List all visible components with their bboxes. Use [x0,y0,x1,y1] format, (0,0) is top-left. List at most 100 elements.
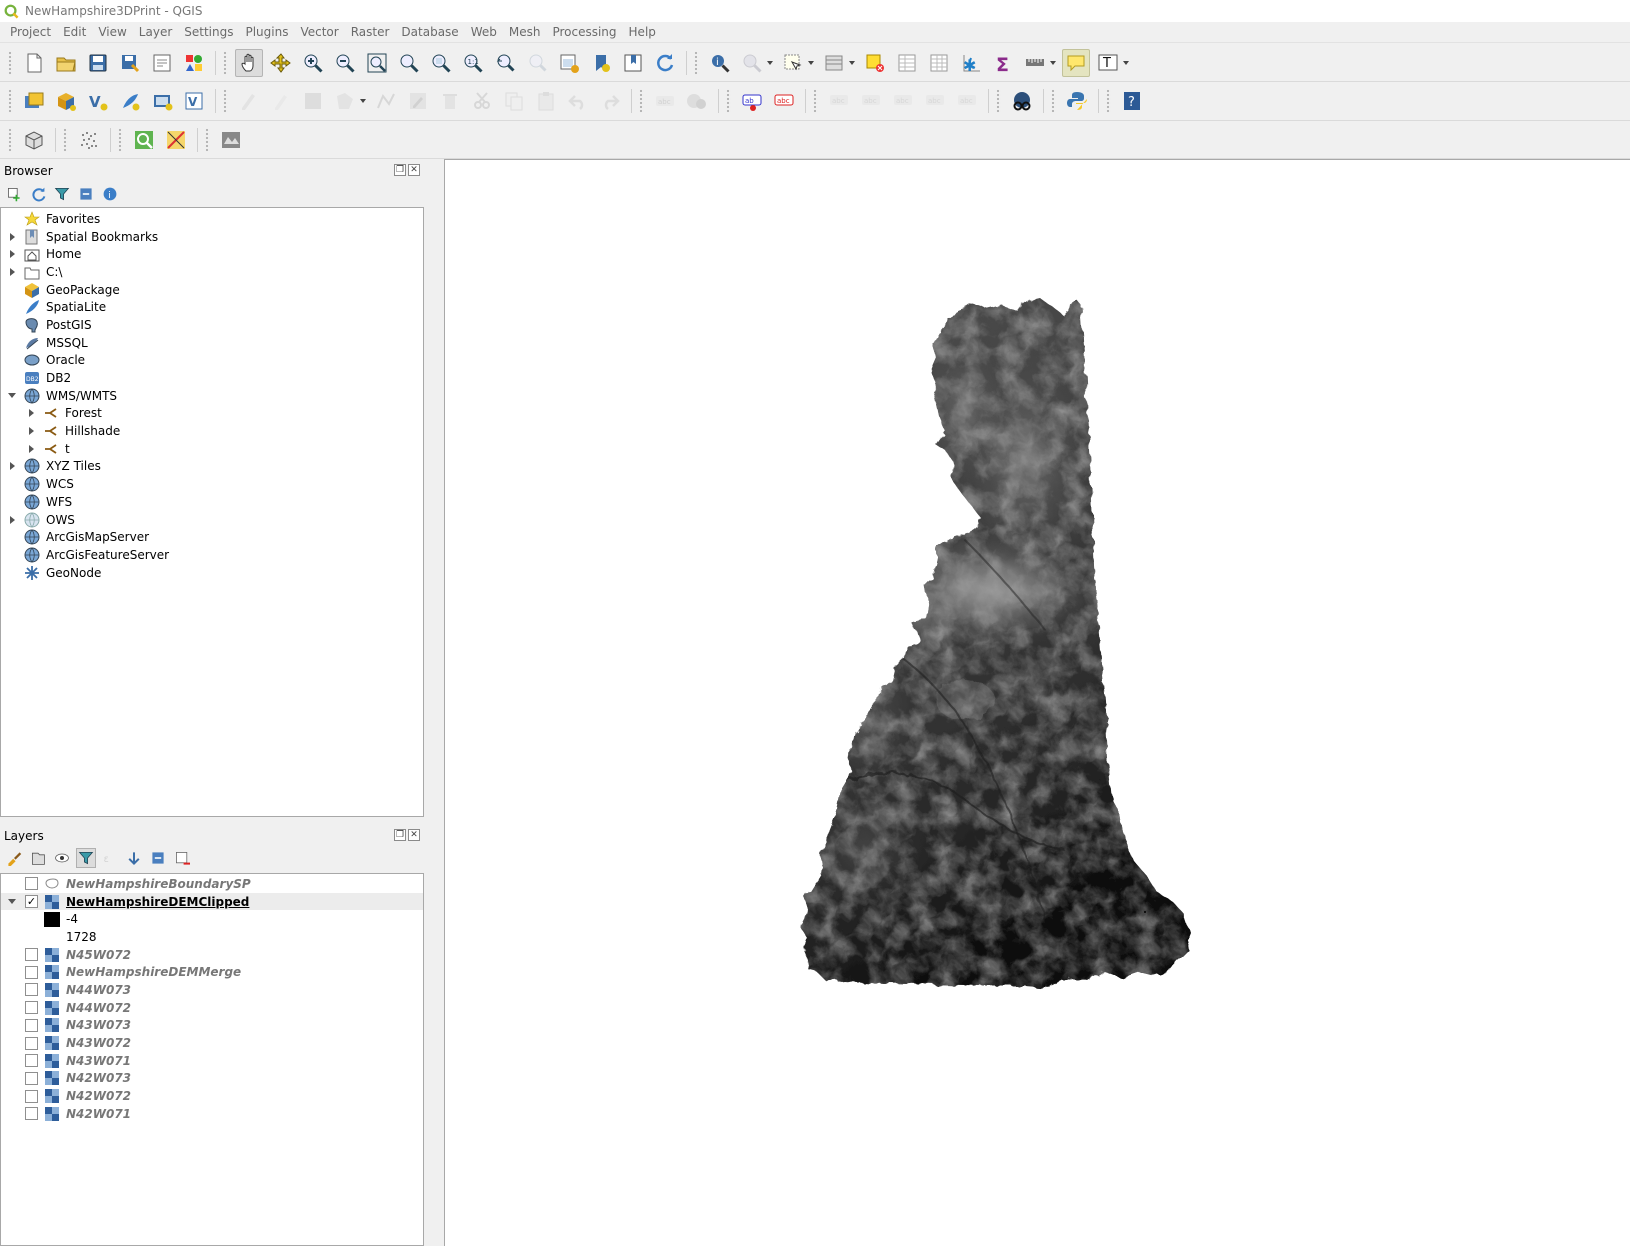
zoom-native-button[interactable]: 1:1 [459,49,487,77]
layers-close-button[interactable]: ✕ [408,829,420,841]
browser-item[interactable]: OWS [1,511,423,529]
text-annotation-dropdown[interactable] [1122,49,1130,77]
highlight-pinned-labels-button[interactable]: abc [770,87,798,115]
layer-visibility-checkbox[interactable] [25,1089,38,1103]
new-temporary-layer-button[interactable]: V [180,87,208,115]
menu-edit[interactable]: Edit [57,25,92,39]
raster-calculator-button[interactable] [217,126,245,154]
browser-item[interactable]: Oracle [1,352,423,370]
toolbar-grip[interactable] [118,127,123,152]
new-bookmark-button[interactable] [587,49,615,77]
browser-item[interactable]: PostGIS [1,316,423,334]
statistical-summary-button[interactable]: Σ [989,49,1017,77]
properties-button[interactable]: i [100,184,120,204]
browser-close-button[interactable]: ✕ [408,164,420,176]
vertex-tool-button[interactable] [372,87,400,115]
copy-features-button[interactable] [500,87,528,115]
text-annotation-button[interactable]: T [1094,49,1122,77]
toolbar-grip[interactable] [223,50,228,75]
menu-raster[interactable]: Raster [345,25,396,39]
toolbar-grip[interactable] [694,50,699,75]
browser-item[interactable]: Forest [1,405,423,423]
browser-item[interactable]: GeoPackage [1,281,423,299]
pan-button[interactable] [235,48,263,77]
menu-plugins[interactable]: Plugins [239,25,294,39]
new-virtual-layer-button[interactable] [148,87,176,115]
delete-selected-button[interactable] [436,87,464,115]
select-features-dropdown[interactable] [807,49,815,77]
browser-item[interactable]: ArcGisMapServer [1,528,423,546]
layer-item[interactable]: NewHampshireDEMMerge [1,963,423,981]
zoom-next-button[interactable] [523,49,551,77]
expand-arrow-icon[interactable] [7,267,17,277]
current-edits-button[interactable] [235,87,263,115]
toolbar-grip[interactable] [639,89,644,113]
open-project-button[interactable] [52,49,80,77]
menu-vector[interactable]: Vector [294,25,344,39]
map-tips-button[interactable] [1062,48,1090,77]
browser-item[interactable]: Home [1,245,423,263]
refresh-button[interactable] [651,49,679,77]
menu-database[interactable]: Database [395,25,464,39]
layer-item[interactable]: N44W072 [1,999,423,1017]
layer-item[interactable]: N43W071 [1,1052,423,1070]
browser-item[interactable]: Favorites [1,210,423,228]
refresh-button[interactable] [28,184,48,204]
browser-item[interactable]: WFS [1,493,423,511]
toolbar-grip[interactable] [8,89,13,113]
toolbar-grip[interactable] [63,127,68,152]
help-button[interactable]: ? [1118,87,1146,115]
layers-float-button[interactable]: ❐ [394,829,406,841]
expand-arrow-icon[interactable] [26,408,36,418]
layer-item[interactable]: NewHampshireBoundarySP [1,875,423,893]
measure-dropdown[interactable] [1049,49,1057,77]
georeferencer-button[interactable] [162,126,190,154]
menu-project[interactable]: Project [4,25,57,39]
layer-item[interactable]: N44W073 [1,981,423,999]
toolbar-grip[interactable] [205,127,210,152]
toolbar-grip[interactable] [726,89,731,113]
run-feature-action-dropdown[interactable] [766,49,774,77]
toolbar-grip[interactable] [8,127,13,152]
expand-arrow-icon[interactable] [7,515,17,525]
zoom-last-button[interactable] [491,49,519,77]
expand-all-button[interactable] [124,848,144,868]
layer-item[interactable]: N42W071 [1,1105,423,1123]
collapse-arrow-icon[interactable] [7,897,17,907]
zoom-to-selection-button[interactable] [395,49,423,77]
new-geopackage-layer-button[interactable] [52,87,80,115]
browser-item[interactable]: C:\ [1,263,423,281]
layer-visibility-checkbox[interactable] [25,948,38,962]
zoom-full-button[interactable] [363,49,391,77]
zoom-in-button[interactable] [299,49,327,77]
layer-visibility-checkbox[interactable] [25,1001,38,1015]
change-label-button[interactable]: abc [953,87,981,115]
save-as-button[interactable] [116,49,144,77]
menu-processing[interactable]: Processing [546,25,622,39]
print-layout-button[interactable] [148,49,176,77]
toolbar-grip[interactable] [813,89,818,113]
remove-layer-button[interactable] [172,848,192,868]
processing-toolbox-button[interactable] [130,126,158,154]
browser-tree[interactable]: Favorites Spatial Bookmarks Home C:\ GeoPack… [0,207,424,817]
new-map-view-button[interactable] [555,49,583,77]
select-by-value-button[interactable] [820,49,848,77]
expand-arrow-icon[interactable] [26,426,36,436]
filter-button[interactable] [52,184,72,204]
browser-item[interactable]: ArcGisFeatureServer [1,546,423,564]
new-spatialite-layer-button[interactable] [116,87,144,115]
browser-item[interactable]: XYZ Tiles [1,458,423,476]
layers-tree[interactable]: NewHampshireBoundarySP ✓ NewHampshireDEMCl… [0,873,424,1246]
collapse-all-button[interactable] [76,184,96,204]
layer-item[interactable]: N45W072 [1,946,423,964]
layer-item[interactable]: N43W072 [1,1034,423,1052]
menu-mesh[interactable]: Mesh [503,25,547,39]
manage-visibility-button[interactable] [52,848,72,868]
expand-arrow-icon[interactable] [7,232,17,242]
menu-layer[interactable]: Layer [133,25,178,39]
move-label-button[interactable]: abc [889,87,917,115]
menu-help[interactable]: Help [623,25,662,39]
3d-map-view-button[interactable] [20,126,48,154]
layer-item[interactable]: ✓ NewHampshireDEMClipped [1,892,423,911]
zoom-to-layer-button[interactable] [427,49,455,77]
